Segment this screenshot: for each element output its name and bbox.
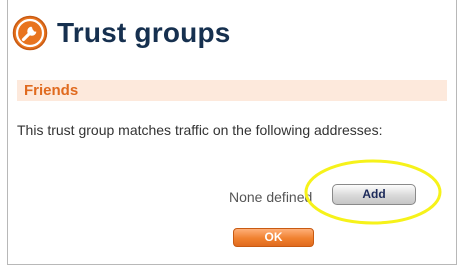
wrench-icon — [12, 15, 48, 51]
group-name: Friends — [24, 82, 79, 99]
ok-button[interactable]: OK — [233, 228, 314, 247]
page-title: Trust groups — [57, 17, 231, 48]
group-description: This trust group matches traffic on the … — [17, 122, 383, 138]
add-button[interactable]: Add — [332, 184, 416, 205]
page-header: Trust groups — [12, 8, 231, 58]
empty-addresses-text: None defined — [229, 189, 313, 205]
group-name-bar: Friends — [17, 80, 447, 101]
